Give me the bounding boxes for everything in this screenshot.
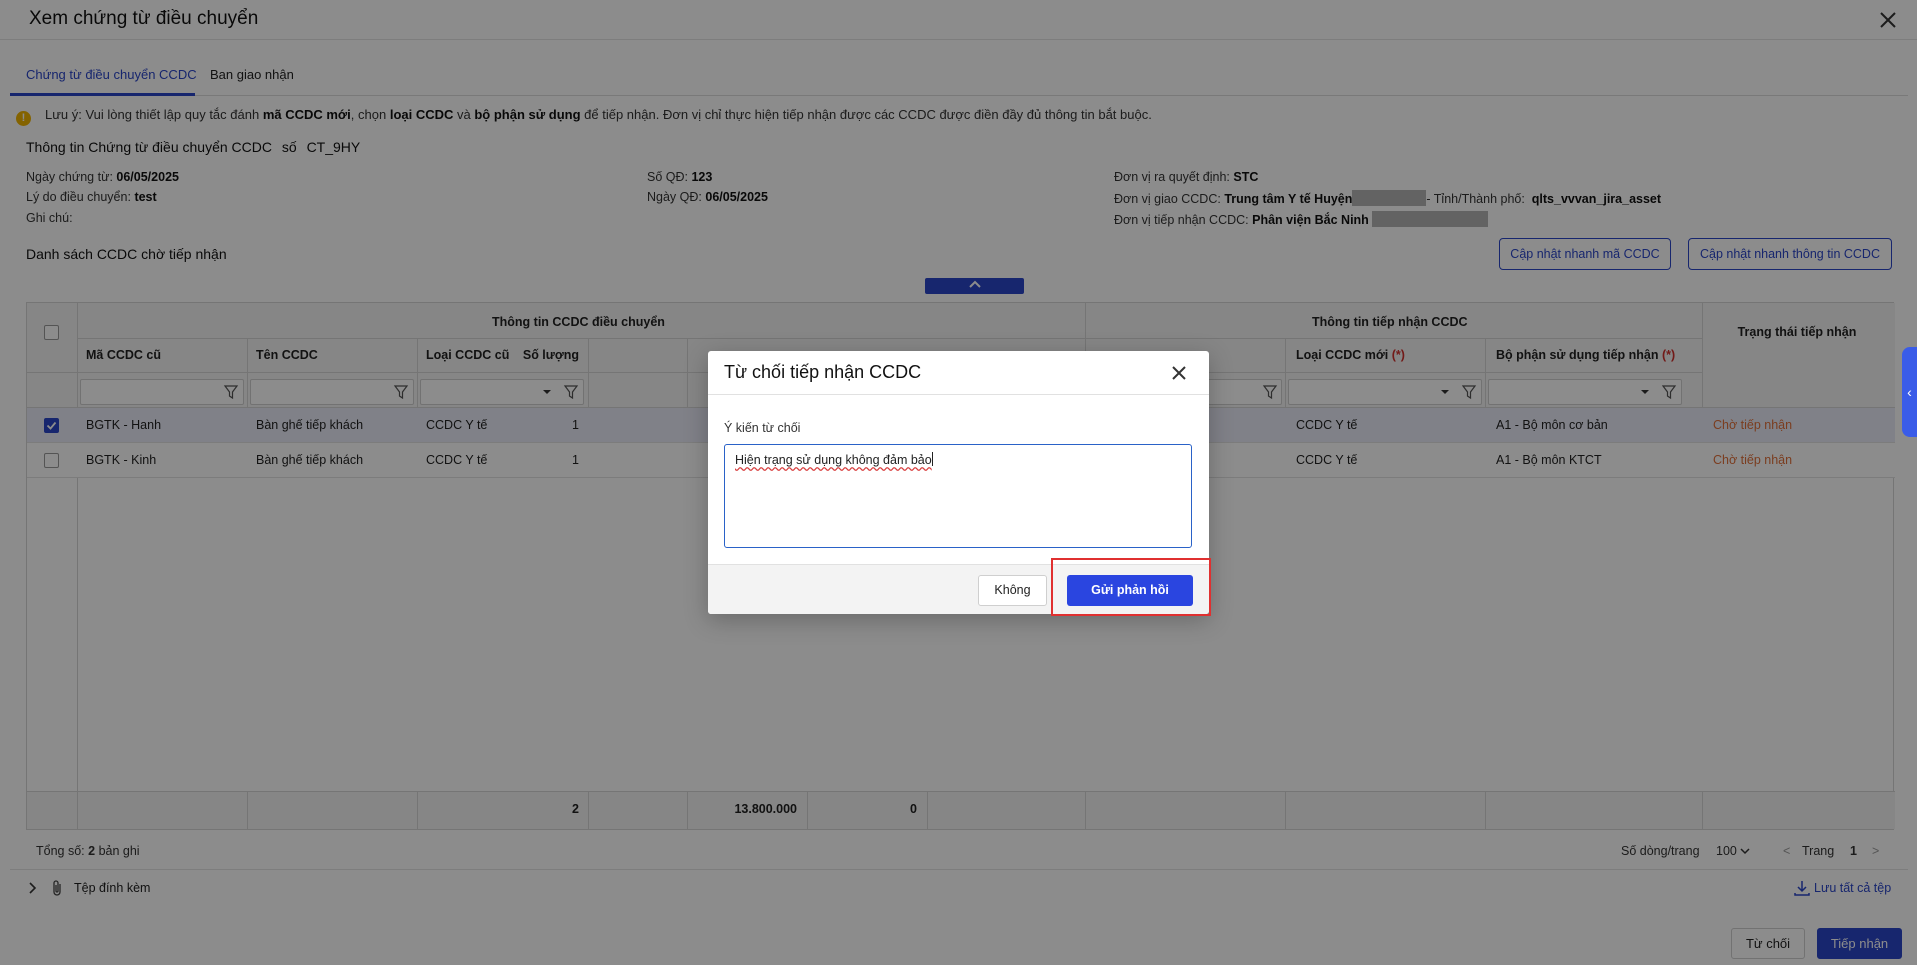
reject-reason-value: Hiện trạng sử dụng không đảm bảo: [735, 453, 932, 467]
close-icon[interactable]: [1167, 361, 1191, 385]
text-cursor: [931, 452, 933, 466]
cancel-button[interactable]: Không: [978, 575, 1047, 606]
modal-title: Từ chối tiếp nhận CCDC: [724, 362, 922, 382]
highlight-box: [1051, 558, 1211, 616]
side-panel-toggle[interactable]: ‹: [1902, 347, 1917, 437]
reject-reason-textarea[interactable]: Hiện trạng sử dụng không đảm bảo: [724, 444, 1192, 548]
reject-reason-label: Ý kiến từ chối: [724, 421, 801, 435]
modal-divider: [708, 394, 1209, 395]
